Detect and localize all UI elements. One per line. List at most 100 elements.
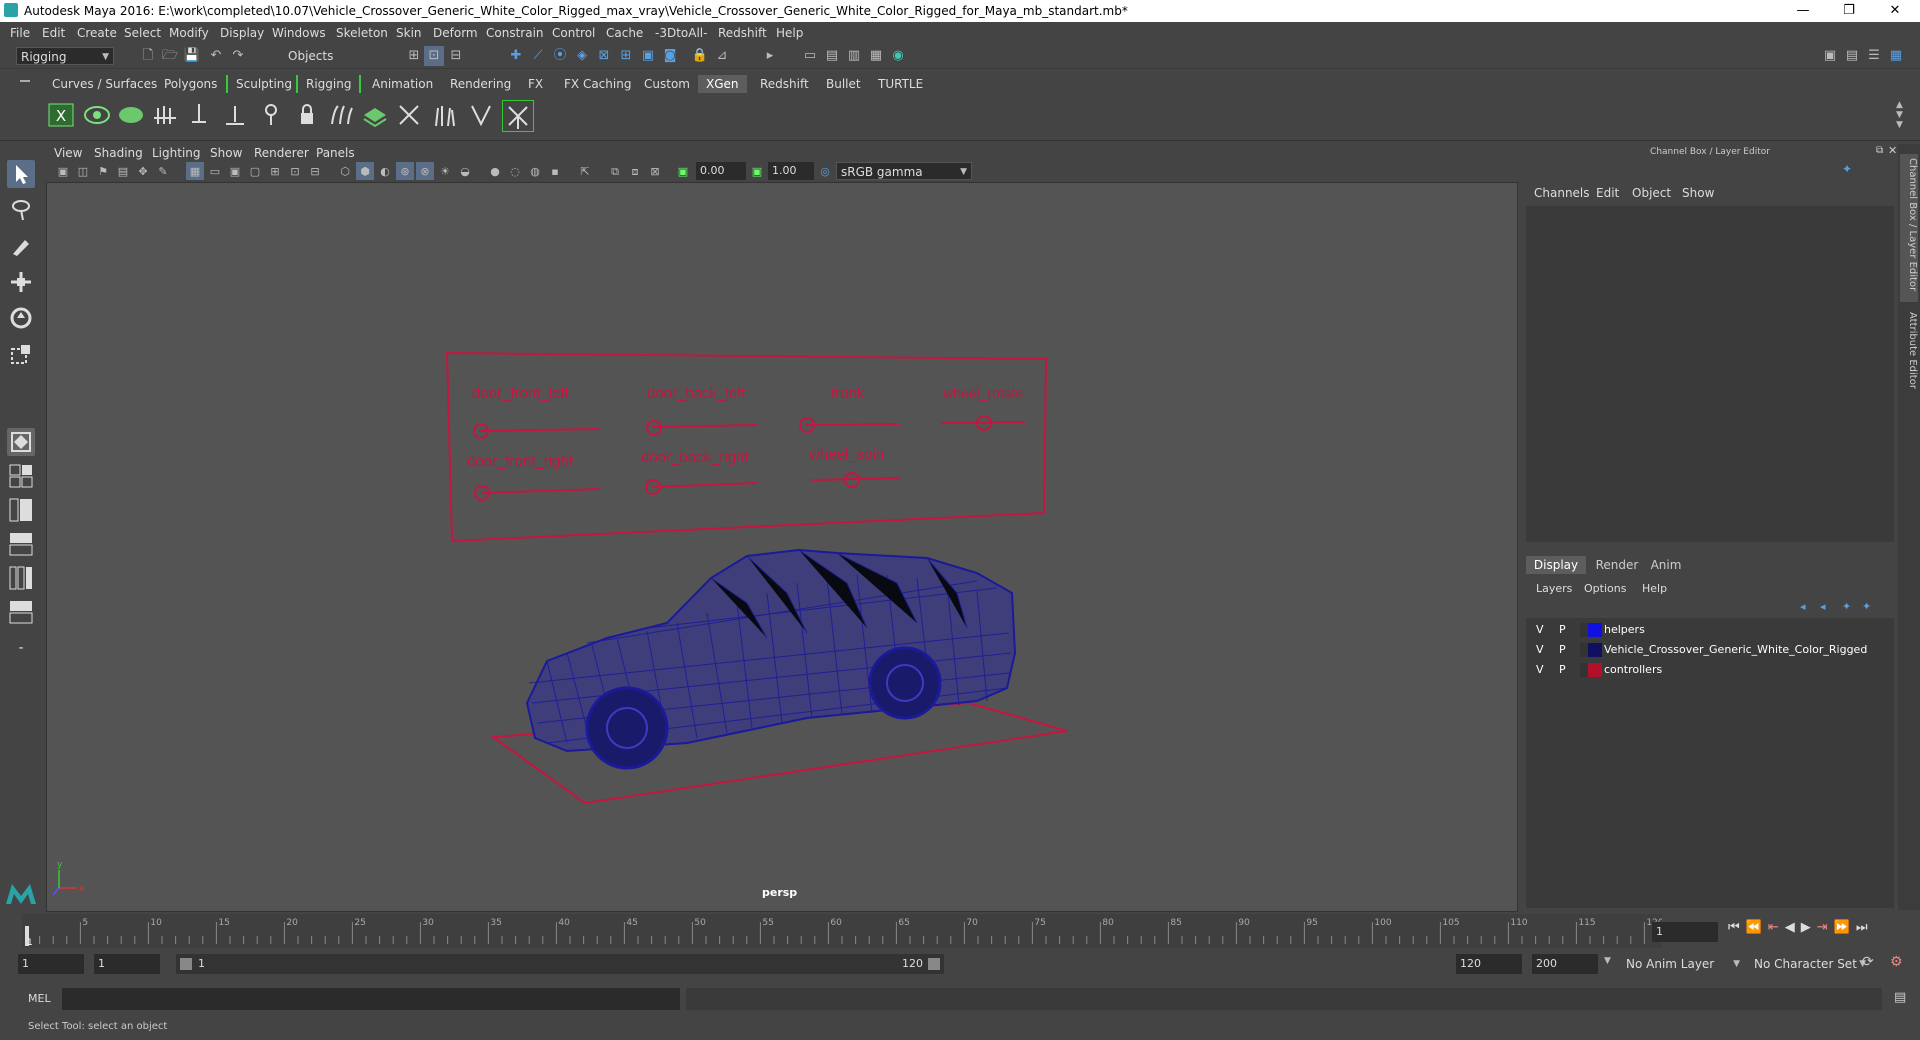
- menu-help[interactable]: Help: [776, 26, 803, 40]
- snap-vertex-icon[interactable]: ⊞: [616, 46, 636, 66]
- film-gate-icon[interactable]: ▭: [206, 162, 224, 180]
- minimize-button[interactable]: —: [1780, 0, 1826, 22]
- default-material-icon[interactable]: ◐: [376, 162, 394, 180]
- vehicle-wireframe[interactable]: [525, 548, 1017, 770]
- menu-select[interactable]: Select: [124, 26, 161, 40]
- menu-deform[interactable]: Deform: [433, 26, 478, 40]
- shelf-scroll-icon[interactable]: ▲ ▼ ▼: [1896, 100, 1903, 130]
- four-view-layout-icon[interactable]: [7, 462, 35, 490]
- xgen-preview-icon[interactable]: [82, 100, 112, 130]
- character-set-dropdown[interactable]: No Character Set ▼: [1750, 954, 1870, 974]
- vp-menu-shading[interactable]: Shading: [94, 146, 143, 160]
- workspace-icon[interactable]: ▣: [1820, 46, 1840, 66]
- layer-visibility-toggle[interactable]: V: [1536, 643, 1544, 656]
- history-icon[interactable]: ⊿: [712, 46, 732, 66]
- lights-icon[interactable]: ☀: [436, 162, 454, 180]
- lock-icon[interactable]: 🔒: [690, 46, 710, 66]
- layers-menu[interactable]: Layers: [1536, 582, 1572, 595]
- shadows-icon[interactable]: ◒: [456, 162, 474, 180]
- step-back-icon[interactable]: ⏪: [1746, 920, 1768, 935]
- shelf-menu-icon[interactable]: [20, 80, 30, 82]
- menu-file[interactable]: File: [10, 26, 30, 40]
- vp-menu-lighting[interactable]: Lighting: [152, 146, 201, 160]
- menu-edit[interactable]: Edit: [42, 26, 65, 40]
- more-layouts-icon[interactable]: -: [7, 638, 35, 666]
- script-language-label[interactable]: MEL: [28, 992, 51, 1005]
- playback-end-field[interactable]: 120: [1456, 954, 1522, 974]
- side-tab-channel-box[interactable]: Channel Box / Layer Editor: [1900, 154, 1918, 302]
- select-object-icon[interactable]: ⊡: [424, 46, 444, 66]
- bookmark-icon[interactable]: ⚑: [94, 162, 112, 180]
- menu-constrain[interactable]: Constrain: [486, 26, 544, 40]
- play-backwards-icon[interactable]: ◀: [1785, 920, 1801, 935]
- xgen-clump-icon[interactable]: [466, 100, 496, 130]
- xgen-guides-to-curves-icon[interactable]: [326, 100, 356, 130]
- tab-render[interactable]: Render: [1592, 556, 1642, 574]
- layer-name[interactable]: helpers: [1604, 623, 1645, 636]
- channel-box-options-icon[interactable]: ✦: [1842, 162, 1852, 176]
- layer-help-menu[interactable]: Help: [1642, 582, 1667, 595]
- close-button[interactable]: ✕: [1872, 0, 1918, 22]
- select-tool-icon[interactable]: [7, 160, 35, 188]
- lasso-tool-icon[interactable]: [7, 196, 35, 224]
- xray-joints-icon[interactable]: ⧈: [626, 162, 644, 180]
- range-bar[interactable]: 1 120: [176, 954, 944, 974]
- go-to-start-icon[interactable]: ⏮: [1728, 920, 1746, 935]
- snap-projected-icon[interactable]: ◙: [660, 46, 680, 66]
- perspective-viewport[interactable]: door_front_left door_back_left trunk whe…: [46, 182, 1518, 912]
- snap-surface-icon[interactable]: ▣: [638, 46, 658, 66]
- play-forwards-icon[interactable]: ▶: [1801, 920, 1817, 935]
- side-tab-attribute-editor[interactable]: Attribute Editor: [1900, 308, 1918, 406]
- vp-menu-view[interactable]: View: [54, 146, 82, 160]
- tab-sculpting[interactable]: Sculpting: [226, 75, 300, 93]
- tab-display[interactable]: Display: [1526, 556, 1586, 574]
- move-tool-icon[interactable]: [7, 268, 35, 296]
- image-plane-icon[interactable]: ▤: [114, 162, 132, 180]
- layer-visibility-toggle[interactable]: V: [1536, 623, 1544, 636]
- menu-windows[interactable]: Windows: [272, 26, 326, 40]
- tab-polygons[interactable]: Polygons: [156, 75, 225, 93]
- single-perspective-view-icon[interactable]: [7, 428, 35, 456]
- xgen-guide-icon[interactable]: [150, 100, 180, 130]
- gamma-field[interactable]: 1.00: [768, 162, 814, 180]
- move-layer-up-icon[interactable]: ◂: [1800, 600, 1806, 613]
- exposure-icon[interactable]: ▣: [674, 162, 692, 180]
- channel-show-menu[interactable]: Show: [1682, 186, 1714, 200]
- construction-history-icon[interactable]: ▸: [760, 46, 780, 66]
- menu-skin[interactable]: Skin: [396, 26, 422, 40]
- vp-menu-panels[interactable]: Panels: [316, 146, 355, 160]
- save-scene-icon[interactable]: 💾: [182, 46, 202, 66]
- tab-anim[interactable]: Anim: [1646, 556, 1686, 574]
- front-wheel[interactable]: [585, 686, 669, 770]
- go-to-end-icon[interactable]: ⏭: [1856, 920, 1874, 935]
- new-scene-icon[interactable]: 🗋: [138, 46, 158, 66]
- xgen-rebuild-guide-icon[interactable]: [256, 100, 286, 130]
- safe-title-icon[interactable]: ⊟: [306, 162, 324, 180]
- paint-select-tool-icon[interactable]: [7, 232, 35, 260]
- screen-space-ao-icon[interactable]: ●: [486, 162, 504, 180]
- step-forward-key-icon[interactable]: ⇥: [1817, 920, 1834, 935]
- layer-color-swatch[interactable]: [1588, 643, 1602, 657]
- rear-wheel[interactable]: [868, 646, 942, 720]
- gamma-icon[interactable]: ▣: [748, 162, 766, 180]
- grease-pencil-icon[interactable]: ✎: [154, 162, 172, 180]
- vp-menu-show[interactable]: Show: [210, 146, 242, 160]
- xgen-layers-icon[interactable]: [360, 100, 390, 130]
- tab-rendering[interactable]: Rendering: [442, 75, 519, 93]
- field-chart-icon[interactable]: ⊞: [266, 162, 284, 180]
- options-menu[interactable]: Options: [1584, 582, 1626, 595]
- exposure-field[interactable]: 0.00: [696, 162, 746, 180]
- isolate-select-icon[interactable]: ⇱: [576, 162, 594, 180]
- script-editor-icon[interactable]: ▤: [1894, 990, 1906, 1005]
- color-management-icon[interactable]: ◎: [816, 162, 834, 180]
- safe-action-icon[interactable]: ⊡: [286, 162, 304, 180]
- layer-row[interactable]: V P controllers: [1526, 660, 1898, 680]
- tab-curves-surfaces[interactable]: Curves / Surfaces: [44, 75, 165, 93]
- xray-icon[interactable]: ⧉: [606, 162, 624, 180]
- anim-layer-dropdown[interactable]: No Anim Layer ▼: [1622, 954, 1744, 974]
- menu-cache[interactable]: Cache: [606, 26, 643, 40]
- layer-visibility-toggle[interactable]: V: [1536, 663, 1544, 676]
- scene-canvas[interactable]: door_front_left door_back_left trunk whe…: [47, 183, 1517, 911]
- snap-live-icon[interactable]: ⊠: [594, 46, 614, 66]
- uv-editor-layout-icon[interactable]: [7, 598, 35, 626]
